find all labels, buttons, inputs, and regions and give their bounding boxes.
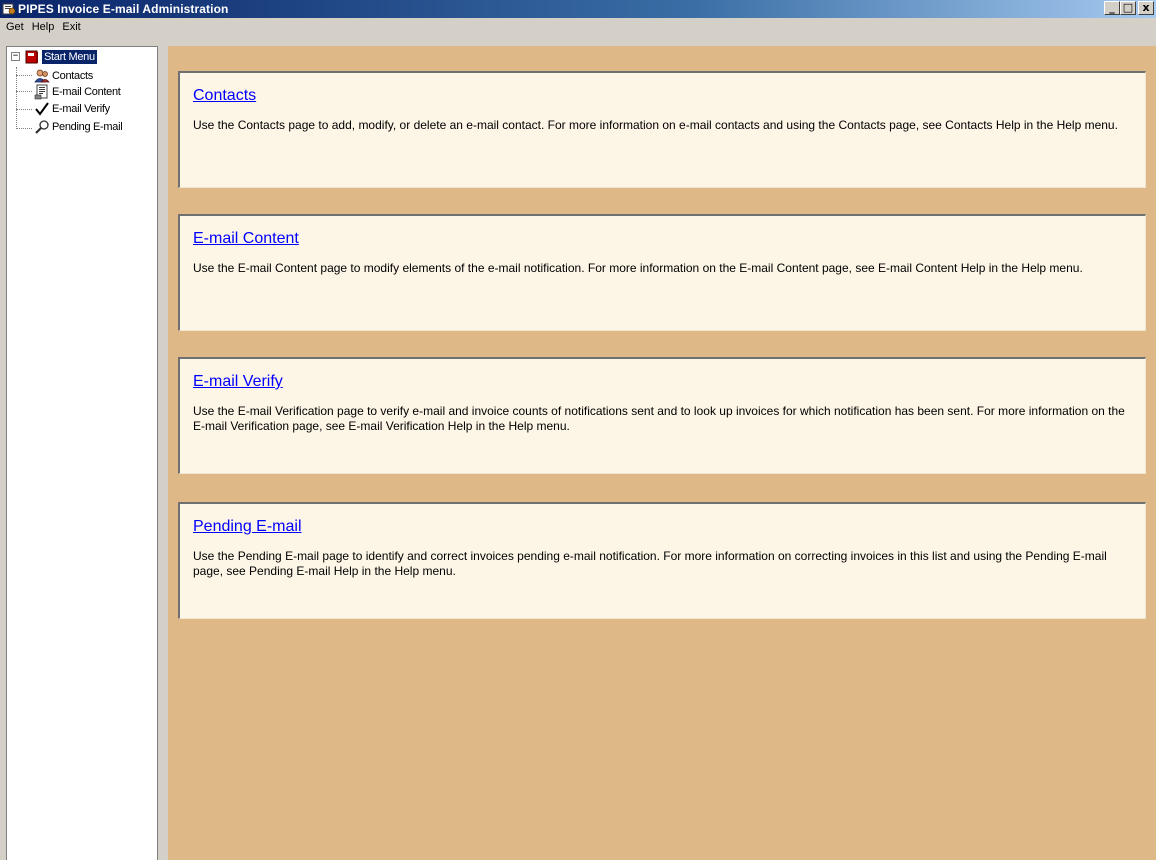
app-icon <box>2 2 16 16</box>
tree-root: − <box>11 52 20 61</box>
contacts-icon <box>34 68 50 84</box>
pending-email-description: Use the Pending E-mail page to identify … <box>193 549 1107 578</box>
tree-connector <box>16 109 32 110</box>
email-verify-description: Use the E-mail Verification page to veri… <box>193 404 1125 433</box>
window-title: PIPES Invoice E-mail Administration <box>18 2 229 16</box>
magnifier-icon <box>34 119 50 135</box>
tree-connector <box>16 91 32 92</box>
email-content-link[interactable]: E-mail Content <box>193 230 299 248</box>
tree-item-start-menu[interactable]: Start Menu <box>42 50 97 64</box>
pending-email-card: Pending E-mail Use the Pending E-mail pa… <box>178 502 1146 619</box>
window-controls: _ □ x <box>1104 1 1154 15</box>
tree-connector <box>16 67 17 129</box>
title-bar: PIPES Invoice E-mail Administration _ □ … <box>0 0 1156 18</box>
contacts-description: Use the Contacts page to add, modify, or… <box>193 118 1118 132</box>
panel-splitter[interactable] <box>158 46 168 860</box>
restore-button[interactable]: □ <box>1120 1 1136 15</box>
tree-item-label: Pending E-mail <box>52 121 123 133</box>
email-content-card: E-mail Content Use the E-mail Content pa… <box>178 214 1146 331</box>
contacts-link[interactable]: Contacts <box>193 87 256 105</box>
email-content-description: Use the E-mail Content page to modify el… <box>193 261 1083 275</box>
tree-item-label: E-mail Content <box>52 86 121 98</box>
pending-email-link[interactable]: Pending E-mail <box>193 518 302 536</box>
menu-get[interactable]: Get <box>2 21 28 33</box>
contacts-card: Contacts Use the Contacts page to add, m… <box>178 71 1146 188</box>
email-content-icon <box>34 84 50 100</box>
tree-item-contacts[interactable]: Contacts <box>34 68 93 84</box>
book-icon <box>24 49 40 65</box>
menu-help[interactable]: Help <box>28 21 59 33</box>
tree-connector <box>16 75 32 76</box>
tree-item-label: E-mail Verify <box>52 103 110 115</box>
tree-connector <box>16 128 32 129</box>
close-button[interactable]: x <box>1138 1 1154 15</box>
tree-item-pending-email[interactable]: Pending E-mail <box>34 119 123 135</box>
collapse-icon[interactable]: − <box>11 52 20 61</box>
tree-item-email-content[interactable]: E-mail Content <box>34 84 121 100</box>
email-verify-link[interactable]: E-mail Verify <box>193 373 283 391</box>
tree-item-email-verify[interactable]: E-mail Verify <box>34 101 110 117</box>
checkmark-icon <box>34 101 50 117</box>
main-content: Contacts Use the Contacts page to add, m… <box>168 46 1156 860</box>
tree-item-label: Contacts <box>52 70 94 82</box>
menu-bar: Get Help Exit <box>0 18 1156 46</box>
minimize-button[interactable]: _ <box>1104 1 1120 15</box>
menu-exit[interactable]: Exit <box>58 21 84 33</box>
email-verify-card: E-mail Verify Use the E-mail Verificatio… <box>178 357 1146 474</box>
navigation-tree: − Start Menu Contacts E-mail Content E-m… <box>6 46 158 860</box>
